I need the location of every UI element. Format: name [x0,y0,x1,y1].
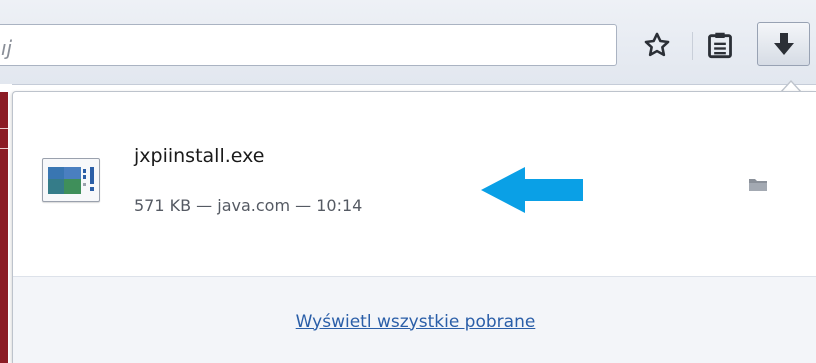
open-folder-button[interactable] [747,174,769,194]
address-bar[interactable] [0,24,617,66]
download-status: 571 KB — java.com — 10:14 [134,196,363,215]
clipboard-icon [708,32,732,59]
browser-window: jxpiinstall.exe 571 KB — java.com — 10:1… [0,0,816,363]
toolbar-separator [692,32,693,60]
show-all-downloads-link[interactable]: Wyświetl wszystkie pobrane [296,312,536,332]
reading-list-button[interactable] [702,26,738,64]
exe-file-icon [48,167,94,194]
download-item[interactable]: jxpiinstall.exe 571 KB — java.com — 10:1… [13,92,816,276]
page-line [0,128,8,129]
bookmark-button[interactable] [639,26,675,64]
page-red-bar [0,92,8,363]
downloads-panel-footer: Wyświetl wszystkie pobrane [13,276,816,363]
downloads-button[interactable] [757,22,810,66]
star-icon [644,32,670,57]
annotation-arrow-icon [481,167,583,213]
page-line [0,148,8,149]
download-arrow-icon [773,33,794,55]
page-content-edge [0,84,12,363]
folder-icon [749,179,767,191]
browser-toolbar [0,0,816,85]
downloads-panel: jxpiinstall.exe 571 KB — java.com — 10:1… [12,91,816,363]
download-file-name: jxpiinstall.exe [134,145,265,167]
file-icon [42,158,100,202]
